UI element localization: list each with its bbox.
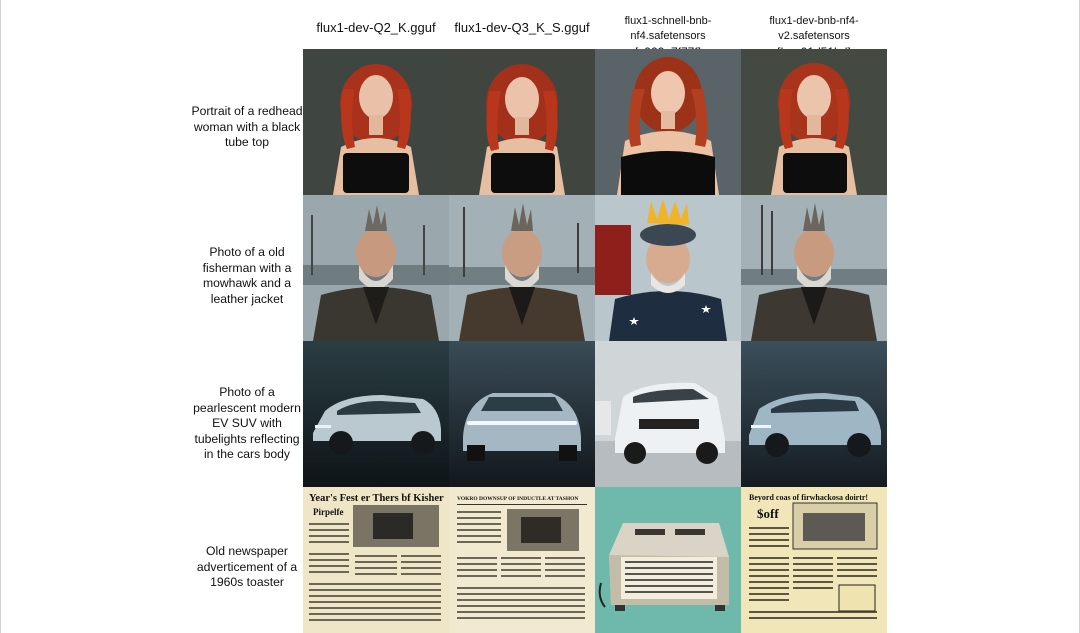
image-newspaper-schnell[interactable] <box>595 487 741 633</box>
newspaper-headline: Beyord coas of firwhackosa doirtr! <box>749 493 868 502</box>
image-fisherman-schnell[interactable] <box>595 195 741 341</box>
column-header-1-name: flux1-dev-Q2_K.gguf <box>316 20 436 35</box>
fisherman-image <box>303 195 449 341</box>
row-label-3-line: Photo of a <box>219 385 275 399</box>
xyz-grid: flux1-dev-Q2_K.gguf flux1-dev-Q3_K_S.ggu… <box>0 0 1080 633</box>
newspaper-image: Year's Fest er Thers bf Kisher Pirpelfe <box>303 487 449 633</box>
left-border <box>0 0 1 633</box>
fisherman-image <box>741 195 887 341</box>
row-label-2: Photo of a old fisherman with a mowhawk … <box>188 245 306 307</box>
image-portrait-q3ks[interactable] <box>449 49 595 195</box>
image-portrait-q2k[interactable] <box>303 49 449 195</box>
portrait-image <box>449 49 595 195</box>
suv-image <box>741 341 887 487</box>
image-newspaper-q3ks[interactable]: VOKRO DOWNSUP OF INDUCTLE AT TASHON <box>449 487 595 633</box>
row-label-4-line: 1960s toaster <box>210 575 284 589</box>
newspaper-headline: VOKRO DOWNSUP OF INDUCTLE AT TASHON <box>457 496 578 502</box>
portrait-image <box>741 49 887 195</box>
row-label-2-line: leather jacket <box>210 291 284 306</box>
row-label-3: Photo of a pearlescent modern EV SUV wit… <box>188 385 306 463</box>
newspaper-subhead: $off <box>757 506 779 521</box>
row-label-4-line: Old newspaper <box>206 544 288 558</box>
row-label-4: Old newspaper adverticement of a 1960s t… <box>188 544 306 591</box>
suv-image <box>449 341 595 487</box>
image-fisherman-q3ks[interactable] <box>449 195 595 341</box>
column-header-1: flux1-dev-Q2_K.gguf <box>303 20 449 35</box>
row-label-4-line: adverticement of a <box>196 559 298 574</box>
row-label-2-line: mowhawk and a <box>202 276 292 290</box>
toaster-image <box>595 487 741 633</box>
portrait-image <box>595 49 741 195</box>
newspaper-headline: Year's Fest er Thers bf Kisher <box>309 493 444 504</box>
suv-image <box>303 341 449 487</box>
image-portrait-dev-nf4[interactable] <box>741 49 887 195</box>
row-label-2-line: Photo of a old <box>209 245 285 259</box>
row-label-3-line: in the cars body <box>203 447 291 461</box>
row-label-3-line: tubelights reflecting <box>194 431 300 446</box>
row-label-3-line: pearlescent modern <box>193 400 301 415</box>
row-label-1-line: woman with a black <box>193 119 301 134</box>
row-label-1-line: Portrait of a redhead <box>191 104 303 118</box>
row-label-1: Portrait of a redhead woman with a black… <box>188 104 306 151</box>
image-portrait-schnell[interactable] <box>595 49 741 195</box>
row-label-2-line: fisherman with a <box>202 260 292 275</box>
row-label-1-line: tube top <box>224 135 270 149</box>
newspaper-image: Beyord coas of firwhackosa doirtr! $off <box>741 487 887 633</box>
image-newspaper-dev-nf4[interactable]: Beyord coas of firwhackosa doirtr! $off <box>741 487 887 633</box>
image-fisherman-dev-nf4[interactable] <box>741 195 887 341</box>
image-fisherman-q2k[interactable] <box>303 195 449 341</box>
image-suv-q3ks[interactable] <box>449 341 595 487</box>
image-suv-schnell[interactable] <box>595 341 741 487</box>
fisherman-image <box>595 195 741 341</box>
portrait-image <box>303 49 449 195</box>
column-header-4-name: flux1-dev-bnb-nf4-v2.safetensors <box>769 15 859 42</box>
newspaper-image: VOKRO DOWNSUP OF INDUCTLE AT TASHON <box>449 487 595 633</box>
suv-image <box>595 341 741 487</box>
column-header-2: flux1-dev-Q3_K_S.gguf <box>449 20 595 35</box>
image-suv-dev-nf4[interactable] <box>741 341 887 487</box>
row-label-3-line: EV SUV with <box>212 416 282 430</box>
image-suv-q2k[interactable] <box>303 341 449 487</box>
fisherman-image <box>449 195 595 341</box>
column-header-3-name: flux1-schnell-bnb-nf4.safetensors <box>624 15 712 42</box>
image-newspaper-q2k[interactable]: Year's Fest er Thers bf Kisher Pirpelfe <box>303 487 449 633</box>
column-header-2-name: flux1-dev-Q3_K_S.gguf <box>454 20 590 35</box>
newspaper-subhead: Pirpelfe <box>313 507 344 517</box>
